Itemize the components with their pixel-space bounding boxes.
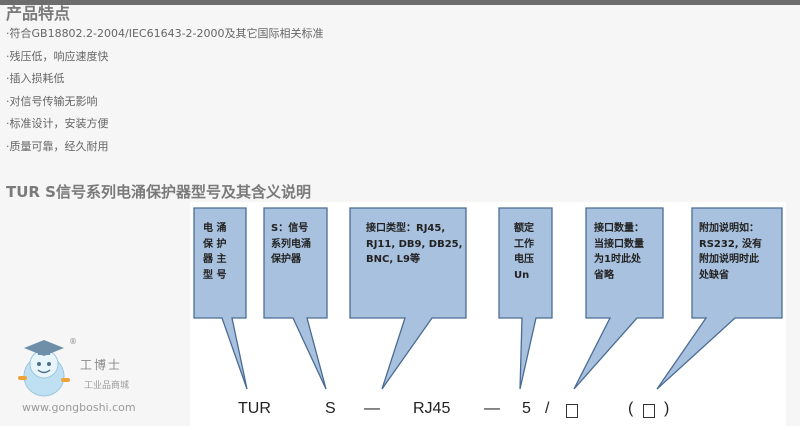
callout-2-text: S：信号 系列电涌 保护器 [271,223,311,265]
formula-rj45: RJ45 [413,400,451,417]
logo-brand: 工博士 [80,358,123,372]
formula-dash-1: — [364,400,380,417]
callout-4-text: 额定 工作 电压 Un [514,223,534,281]
formula-paren-close: ) [664,400,670,417]
logo-subtitle: 工业品商城 [84,381,130,391]
formula-box-note [643,404,655,418]
formula-s: S [325,400,336,417]
formula-tur: TUR [238,400,271,417]
callout-6-text: 附加说明如： RS232, 没有 附加说明时此 处缺省 [699,223,763,281]
callout-5-text: 接口数量： 当接口数量 为1时此处 省略 [594,223,644,281]
logo-url: www.gongboshi.com [22,401,136,414]
formula-dash-2: — [484,400,500,417]
callout-1-text: 电 涌 保 护 器 主 型 号 [203,223,227,281]
formula-box-quantity [566,404,578,418]
formula-paren-open: ( [628,400,634,417]
callout-3-text: 接口类型：RJ45, RJ11, DB9, DB25, BNC, L9等 [366,223,463,265]
formula-slash: / [545,400,550,417]
registered-mark: ® [69,337,77,346]
formula-five: 5 [522,400,531,417]
